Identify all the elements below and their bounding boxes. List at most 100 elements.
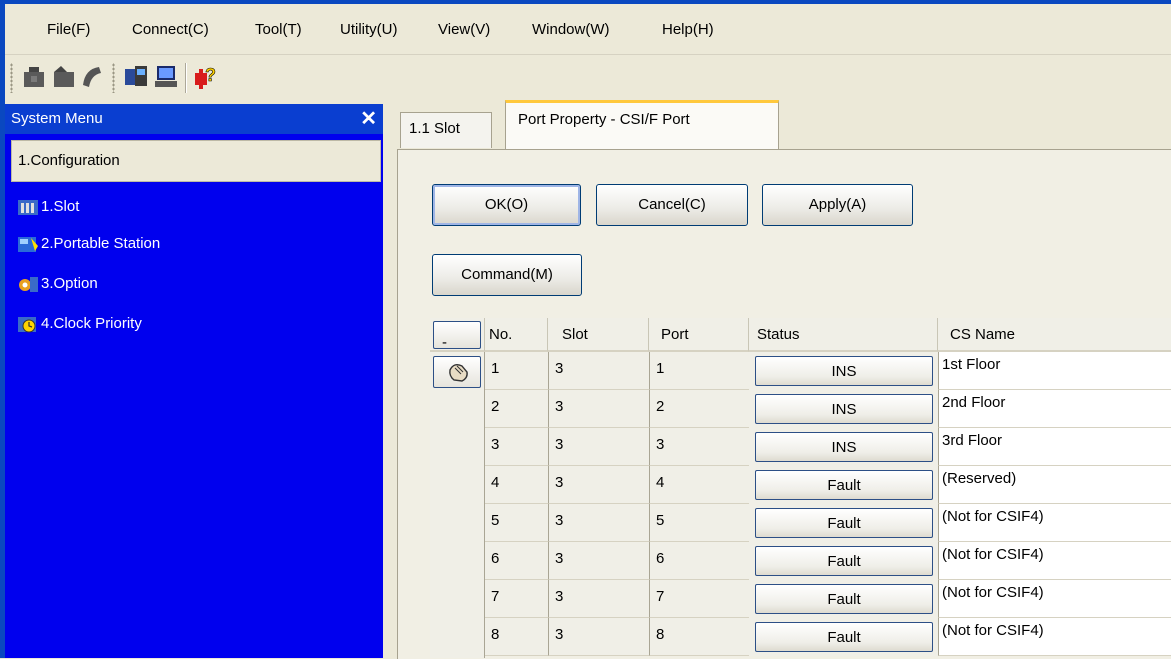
terminal-icon[interactable] [153, 63, 179, 89]
cell-value: 3 [555, 398, 564, 415]
cell-slot[interactable]: 3 [548, 504, 649, 542]
help-icon[interactable]: ? [193, 63, 219, 89]
cell-value: 2nd Floor [942, 394, 1006, 411]
configuration-section-label: 1.Configuration [18, 152, 120, 169]
status-button[interactable]: Fault [755, 508, 933, 538]
cell-value: 3 [656, 436, 665, 453]
cell-status[interactable]: Fault [749, 618, 938, 656]
cell-slot[interactable]: 3 [548, 542, 649, 580]
cell-value: 6 [656, 550, 665, 567]
cell-value: 3 [555, 512, 564, 529]
cell-cs-name[interactable]: (Not for CSIF4) [938, 542, 1171, 580]
menu-view[interactable]: View(V) [438, 21, 490, 38]
cell-port[interactable]: 1 [649, 352, 749, 390]
cell-value: 7 [656, 588, 665, 605]
cell-cs-name[interactable]: (Not for CSIF4) [938, 618, 1171, 656]
tab-slot[interactable]: 1.1 Slot [400, 112, 492, 148]
cell-cs-name[interactable]: 2nd Floor [938, 390, 1171, 428]
cell-port[interactable]: 6 [649, 542, 749, 580]
portable-station-icon [17, 234, 39, 254]
cell-cs-name[interactable]: (Reserved) [938, 466, 1171, 504]
menu-window[interactable]: Window(W) [532, 21, 610, 38]
menu-utility[interactable]: Utility(U) [340, 21, 398, 38]
cell-value: 4 [491, 474, 500, 491]
apply-button[interactable]: Apply(A) [762, 184, 913, 226]
cell-value: 2 [656, 398, 665, 415]
cell-value: 3 [555, 588, 564, 605]
cell-status[interactable]: Fault [749, 466, 938, 504]
cell-status[interactable]: Fault [749, 504, 938, 542]
station-icon[interactable] [123, 63, 149, 89]
collapse-button[interactable]: - [433, 321, 481, 351]
cell-value: 3 [555, 626, 564, 643]
cell-no: 3 [485, 428, 548, 466]
bell-icon[interactable] [79, 63, 105, 89]
tab-label: Port Property - CSI/F Port [518, 111, 690, 128]
cell-slot[interactable]: 3 [548, 618, 649, 656]
cell-value: (Reserved) [942, 470, 1017, 487]
cell-slot[interactable]: 3 [548, 580, 649, 618]
cell-slot[interactable]: 3 [548, 428, 649, 466]
tab-port-property[interactable]: Port Property - CSI/F Port [505, 100, 779, 150]
close-icon[interactable]: ✕ [360, 106, 377, 131]
cell-slot[interactable]: 3 [548, 466, 649, 504]
disconnect-icon[interactable] [21, 63, 47, 89]
toolbar-grip-2[interactable] [112, 63, 115, 93]
status-button[interactable]: Fault [755, 470, 933, 500]
toolbar-separator [185, 63, 187, 93]
cell-value: 1 [491, 360, 500, 377]
column-header-cs-name[interactable]: CS Name [938, 318, 1171, 352]
tab-label: 1.1 Slot [409, 120, 460, 137]
port-grid: - No. Slot Port Status CS Name 1 3 1 INS 1st… [430, 318, 1171, 658]
cell-status[interactable]: Fault [749, 580, 938, 618]
column-header-slot[interactable]: Slot [548, 318, 649, 352]
status-button[interactable]: Fault [755, 546, 933, 576]
cell-status[interactable]: INS [749, 428, 938, 466]
current-row-indicator[interactable] [433, 356, 481, 388]
system-menu-panel: System Menu ✕ 1.Configuration 1.Slot 2.P… [5, 104, 383, 658]
cell-value: 3 [491, 436, 500, 453]
cell-status[interactable]: Fault [749, 542, 938, 580]
status-button[interactable]: INS [755, 432, 933, 462]
apply-button-label: Apply(A) [808, 196, 867, 213]
system-menu-header: System Menu ✕ [5, 104, 383, 134]
column-header-label: Port [661, 326, 689, 343]
cell-value: 3 [555, 474, 564, 491]
menu-connect[interactable]: Connect(C) [132, 21, 209, 38]
cell-value: 5 [656, 512, 665, 529]
cell-cs-name[interactable]: 1st Floor [938, 352, 1171, 390]
cell-value: 2 [491, 398, 500, 415]
cell-port[interactable]: 7 [649, 580, 749, 618]
cell-cs-name[interactable]: (Not for CSIF4) [938, 504, 1171, 542]
cell-value: 3rd Floor [942, 432, 1003, 449]
menu-file[interactable]: File(F) [47, 21, 90, 38]
row-selector-column [430, 352, 485, 658]
cell-cs-name[interactable]: 3rd Floor [938, 428, 1171, 466]
menu-help[interactable]: Help(H) [662, 21, 714, 38]
connect-icon[interactable] [51, 63, 77, 89]
toolbar-grip[interactable] [10, 63, 13, 93]
column-header-status[interactable]: Status [749, 318, 938, 352]
status-button[interactable]: Fault [755, 622, 933, 652]
cell-slot[interactable]: 3 [548, 390, 649, 428]
cell-port[interactable]: 2 [649, 390, 749, 428]
column-header-no[interactable]: No. [485, 318, 548, 352]
cell-cs-name[interactable]: (Not for CSIF4) [938, 580, 1171, 618]
ok-button[interactable]: OK(O) [432, 184, 581, 226]
cell-port[interactable]: 8 [649, 618, 749, 656]
status-button[interactable]: INS [755, 356, 933, 386]
cell-port[interactable]: 3 [649, 428, 749, 466]
cell-port[interactable]: 5 [649, 504, 749, 542]
cancel-button[interactable]: Cancel(C) [596, 184, 748, 226]
cell-status[interactable]: INS [749, 390, 938, 428]
cell-value: (Not for CSIF4) [942, 508, 1044, 525]
cell-status[interactable]: INS [749, 352, 938, 390]
cell-slot[interactable]: 3 [548, 352, 649, 390]
status-button[interactable]: INS [755, 394, 933, 424]
column-header-port[interactable]: Port [649, 318, 749, 352]
configuration-section-header[interactable]: 1.Configuration [11, 140, 381, 182]
cell-port[interactable]: 4 [649, 466, 749, 504]
status-button[interactable]: Fault [755, 584, 933, 614]
menu-tool[interactable]: Tool(T) [255, 21, 302, 38]
command-button[interactable]: Command(M) [432, 254, 582, 296]
